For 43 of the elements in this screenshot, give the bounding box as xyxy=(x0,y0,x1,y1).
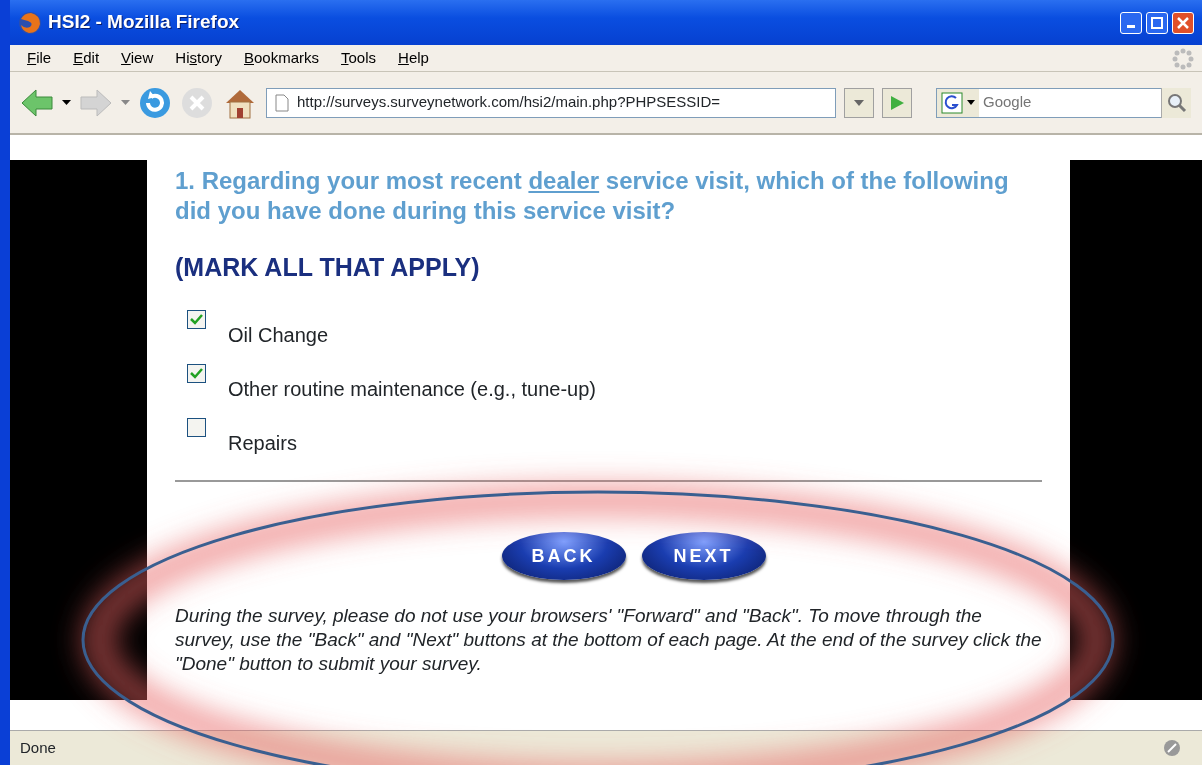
firefox-logo-icon xyxy=(18,10,42,35)
caret-icon xyxy=(854,99,864,106)
next-button[interactable]: NEXT xyxy=(641,532,766,580)
window-title: HSI2 - Mozilla Firefox xyxy=(48,10,240,35)
maximize-icon xyxy=(1151,16,1163,29)
checkbox[interactable] xyxy=(187,310,206,329)
maximize-button[interactable] xyxy=(1146,11,1168,34)
search-engine-icon xyxy=(941,91,963,114)
history-dropdown-button[interactable] xyxy=(844,87,874,118)
status-text: Done xyxy=(20,737,56,758)
search-field[interactable]: Google xyxy=(979,87,1161,118)
menu-item[interactable]: File xyxy=(16,46,63,70)
menu-item[interactable]: Tools xyxy=(330,46,388,70)
back-arrow-icon[interactable] xyxy=(20,87,54,118)
instructions-paragraph: During the survey, please do not use your browsers' "Forward" and "Back". To move through the survey, use the "Back" and "Next" buttons at the bottom of each page. At the end of the survey click the "Done" button to submit your survey. xyxy=(175,604,1042,676)
caret-icon xyxy=(967,100,975,105)
menu-item[interactable]: Help xyxy=(387,46,440,70)
question-text: 1. Regarding your most recent dealer service visit, which of the following did you have done during this service visit? xyxy=(175,166,1010,226)
reload-icon[interactable] xyxy=(138,85,172,120)
menu-item[interactable]: History xyxy=(164,46,233,70)
checkbox[interactable] xyxy=(187,364,206,383)
menu-item[interactable]: View xyxy=(110,46,165,70)
close-icon xyxy=(1177,16,1189,29)
instruction-text: (MARK ALL THAT APPLY) xyxy=(175,252,481,282)
search-icon xyxy=(1166,92,1187,113)
menu-item[interactable]: Edit xyxy=(62,46,111,70)
option-label: Other routine maintenance (e.g., tune-up) xyxy=(228,377,596,402)
page-icon xyxy=(275,93,289,112)
close-button[interactable] xyxy=(1172,11,1194,34)
play-arrow-icon xyxy=(889,94,905,111)
address-field[interactable]: http://surveys.surveynetwork.com/hsi2/main.php?PHPSESSID= xyxy=(266,87,836,118)
search-engine-button[interactable] xyxy=(936,87,979,118)
checkbox[interactable] xyxy=(187,418,206,437)
dropdown-caret-icon[interactable] xyxy=(62,99,71,106)
minimize-button[interactable] xyxy=(1120,11,1142,34)
security-icon xyxy=(1162,738,1182,758)
menu-item[interactable]: Bookmarks xyxy=(233,46,331,70)
option-label: Oil Change xyxy=(228,323,329,348)
minimize-icon xyxy=(1127,24,1135,28)
search-button[interactable] xyxy=(1161,87,1191,118)
throbber-icon xyxy=(1172,46,1194,70)
option-label: Repairs xyxy=(228,431,297,456)
back-button[interactable]: BACK xyxy=(501,532,626,580)
